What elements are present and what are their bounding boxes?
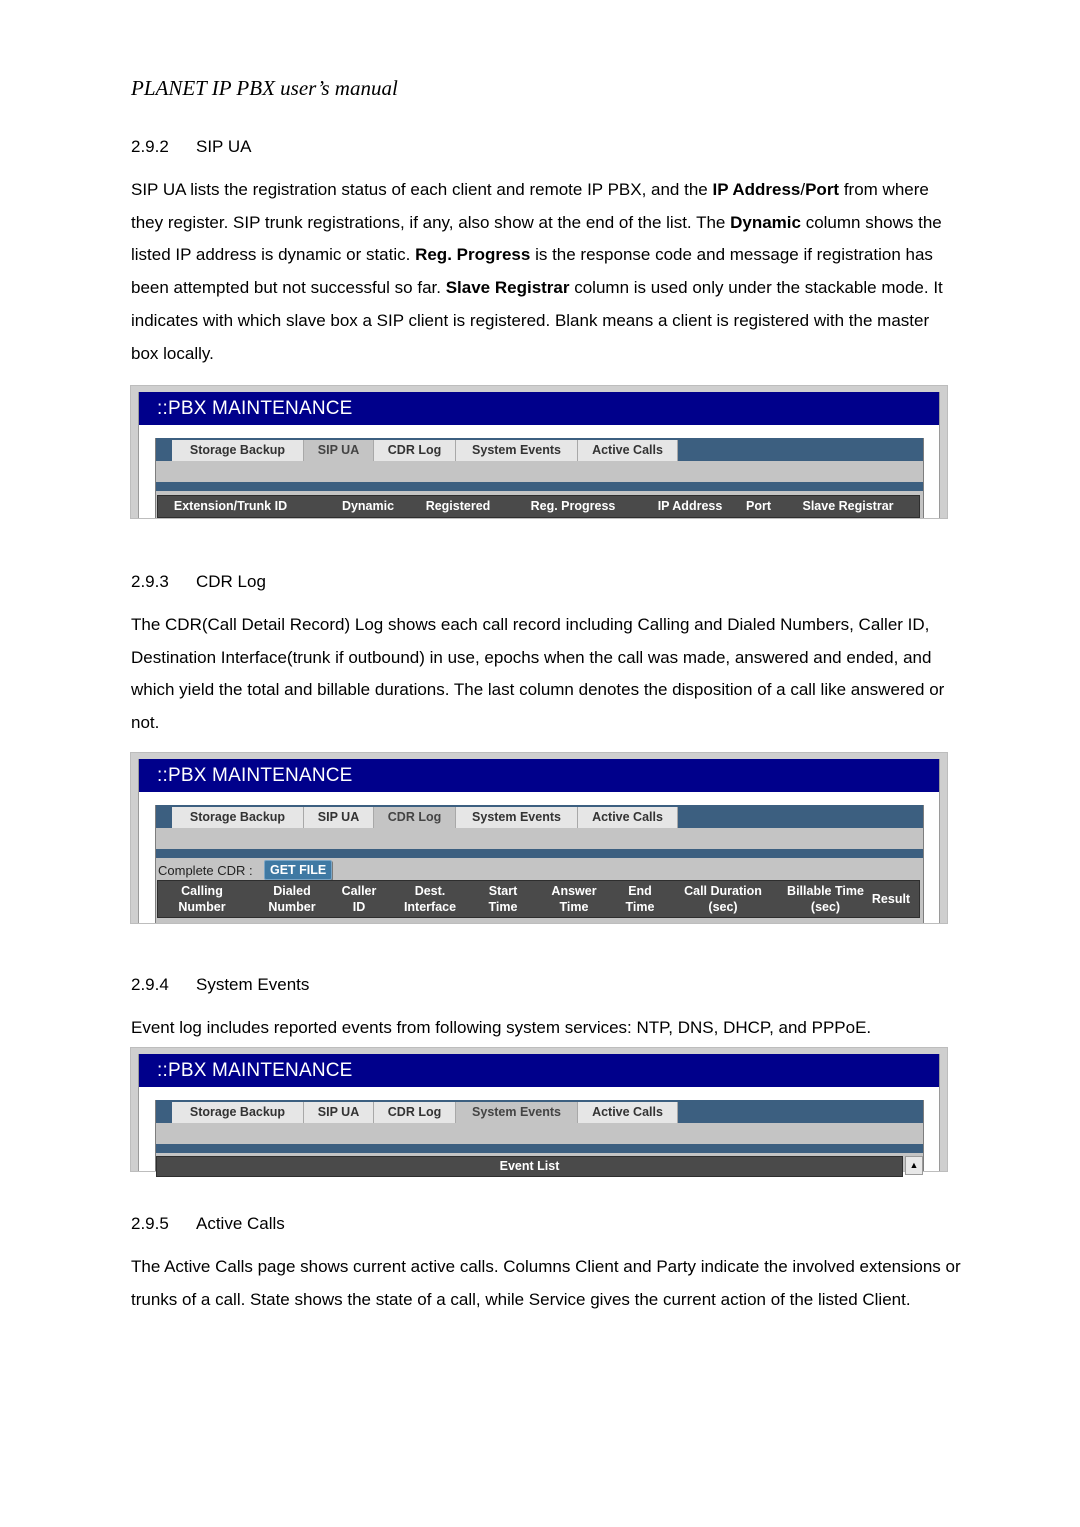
tab-active-calls[interactable]: Active Calls — [578, 440, 678, 461]
section-heading: System Events — [196, 975, 310, 994]
section-number: 2.9.3 — [131, 572, 169, 591]
column-header[interactable]: Start Time — [476, 883, 530, 915]
section-title-system-events: 2.9.4 System Events — [131, 975, 309, 995]
tab-system-events[interactable]: System Events — [456, 1102, 578, 1123]
column-header[interactable]: Dialed Number — [248, 883, 336, 915]
screenshot-sip-ua: ::PBX MAINTENANCE Storage Backup SIP UA … — [130, 385, 948, 519]
column-header[interactable]: End Time — [613, 883, 667, 915]
toolbar-strip — [156, 461, 923, 482]
complete-cdr-row: Complete CDR : GET FILE — [156, 858, 923, 880]
sip-ua-table-header: Extension/Trunk ID Dynamic Registered Re… — [157, 495, 920, 518]
section-heading: CDR Log — [196, 572, 266, 591]
column-header[interactable]: Slave Registrar — [788, 499, 908, 513]
paragraph-system-events: Event log includes reported events from … — [131, 1018, 872, 1037]
section-heading: Active Calls — [196, 1214, 285, 1233]
scroll-up-arrow-icon[interactable]: ▲ — [905, 1156, 923, 1175]
maintenance-panel: Storage Backup SIP UA CDR Log System Eve… — [155, 805, 924, 923]
section-title-cdr-log: 2.9.3 CDR Log — [131, 572, 266, 592]
tab-cdr-log[interactable]: CDR Log — [374, 440, 456, 461]
page-title: ::PBX MAINTENANCE — [139, 759, 939, 792]
event-list-header: Event List — [156, 1156, 903, 1177]
tab-storage-backup[interactable]: Storage Backup — [172, 1102, 304, 1123]
browser-frame: ::PBX MAINTENANCE Storage Backup SIP UA … — [138, 759, 940, 923]
separator-strip — [156, 482, 923, 491]
screenshot-cdr-log: ::PBX MAINTENANCE Storage Backup SIP UA … — [130, 752, 948, 924]
column-header[interactable]: Answer Time — [533, 883, 615, 915]
tab-sip-ua[interactable]: SIP UA — [304, 807, 374, 828]
complete-cdr-label: Complete CDR : — [158, 863, 253, 878]
tab-bar: Storage Backup SIP UA CDR Log System Eve… — [156, 438, 923, 461]
tab-active-calls[interactable]: Active Calls — [578, 807, 678, 828]
cdr-table-header: Calling Number Dialed Number Caller ID Dest. In… — [157, 880, 920, 918]
page-title: ::PBX MAINTENANCE — [139, 1054, 939, 1087]
page-title: ::PBX MAINTENANCE — [139, 392, 939, 425]
tab-storage-backup[interactable]: Storage Backup — [172, 807, 304, 828]
section-heading: SIP UA — [196, 137, 252, 156]
get-file-button[interactable]: GET FILE — [264, 860, 333, 880]
separator-strip — [156, 849, 923, 858]
column-header[interactable]: Port — [736, 499, 781, 513]
paragraph-sip-ua: SIP UA lists the registration status of … — [131, 180, 943, 363]
event-list-container: Event List ▲ — [156, 1156, 923, 1177]
tab-sip-ua[interactable]: SIP UA — [304, 1102, 374, 1123]
column-header[interactable]: Calling Number — [158, 883, 246, 915]
column-header[interactable]: Billable Time (sec) — [773, 883, 878, 915]
section-number: 2.9.4 — [131, 975, 169, 994]
tab-bar: Storage Backup SIP UA CDR Log System Eve… — [156, 805, 923, 828]
column-header[interactable]: Event List — [157, 1159, 902, 1173]
column-header[interactable]: IP Address — [645, 499, 735, 513]
column-header[interactable]: Reg. Progress — [518, 499, 628, 513]
column-header[interactable]: Call Duration (sec) — [668, 883, 778, 915]
running-header: PLANET IP PBX user’s manual — [131, 76, 398, 100]
separator-strip — [156, 1144, 923, 1153]
maintenance-panel: Storage Backup SIP UA CDR Log System Eve… — [155, 1100, 924, 1177]
maintenance-panel: Storage Backup SIP UA CDR Log System Eve… — [155, 438, 924, 518]
paragraph-cdr-log: The CDR(Call Detail Record) Log shows ea… — [131, 615, 945, 733]
tab-cdr-log[interactable]: CDR Log — [374, 1102, 456, 1123]
section-number: 2.9.5 — [131, 1214, 169, 1233]
column-header[interactable]: Result — [870, 891, 912, 907]
tab-bar: Storage Backup SIP UA CDR Log System Eve… — [156, 1100, 923, 1123]
column-header[interactable]: Dynamic — [328, 499, 408, 513]
toolbar-strip — [156, 1123, 923, 1144]
section-title-active-calls: 2.9.5 Active Calls — [131, 1214, 285, 1234]
screenshot-system-events: ::PBX MAINTENANCE Storage Backup SIP UA … — [130, 1047, 948, 1177]
tab-sip-ua[interactable]: SIP UA — [304, 440, 374, 461]
column-header[interactable]: Dest. Interface — [386, 883, 474, 915]
column-header[interactable]: Extension/Trunk ID — [158, 499, 303, 513]
toolbar-strip — [156, 828, 923, 849]
browser-frame: ::PBX MAINTENANCE Storage Backup SIP UA … — [138, 392, 940, 518]
browser-frame: ::PBX MAINTENANCE Storage Backup SIP UA … — [138, 1054, 940, 1177]
column-header[interactable]: Caller ID — [333, 883, 385, 915]
tab-system-events[interactable]: System Events — [456, 807, 578, 828]
section-number: 2.9.2 — [131, 137, 169, 156]
paragraph-active-calls: The Active Calls page shows current acti… — [131, 1257, 961, 1309]
section-title-sip-ua: 2.9.2 SIP UA — [131, 137, 251, 157]
column-header[interactable]: Registered — [413, 499, 503, 513]
tab-active-calls[interactable]: Active Calls — [578, 1102, 678, 1123]
tab-system-events[interactable]: System Events — [456, 440, 578, 461]
tab-storage-backup[interactable]: Storage Backup — [172, 440, 304, 461]
tab-cdr-log[interactable]: CDR Log — [374, 807, 456, 828]
